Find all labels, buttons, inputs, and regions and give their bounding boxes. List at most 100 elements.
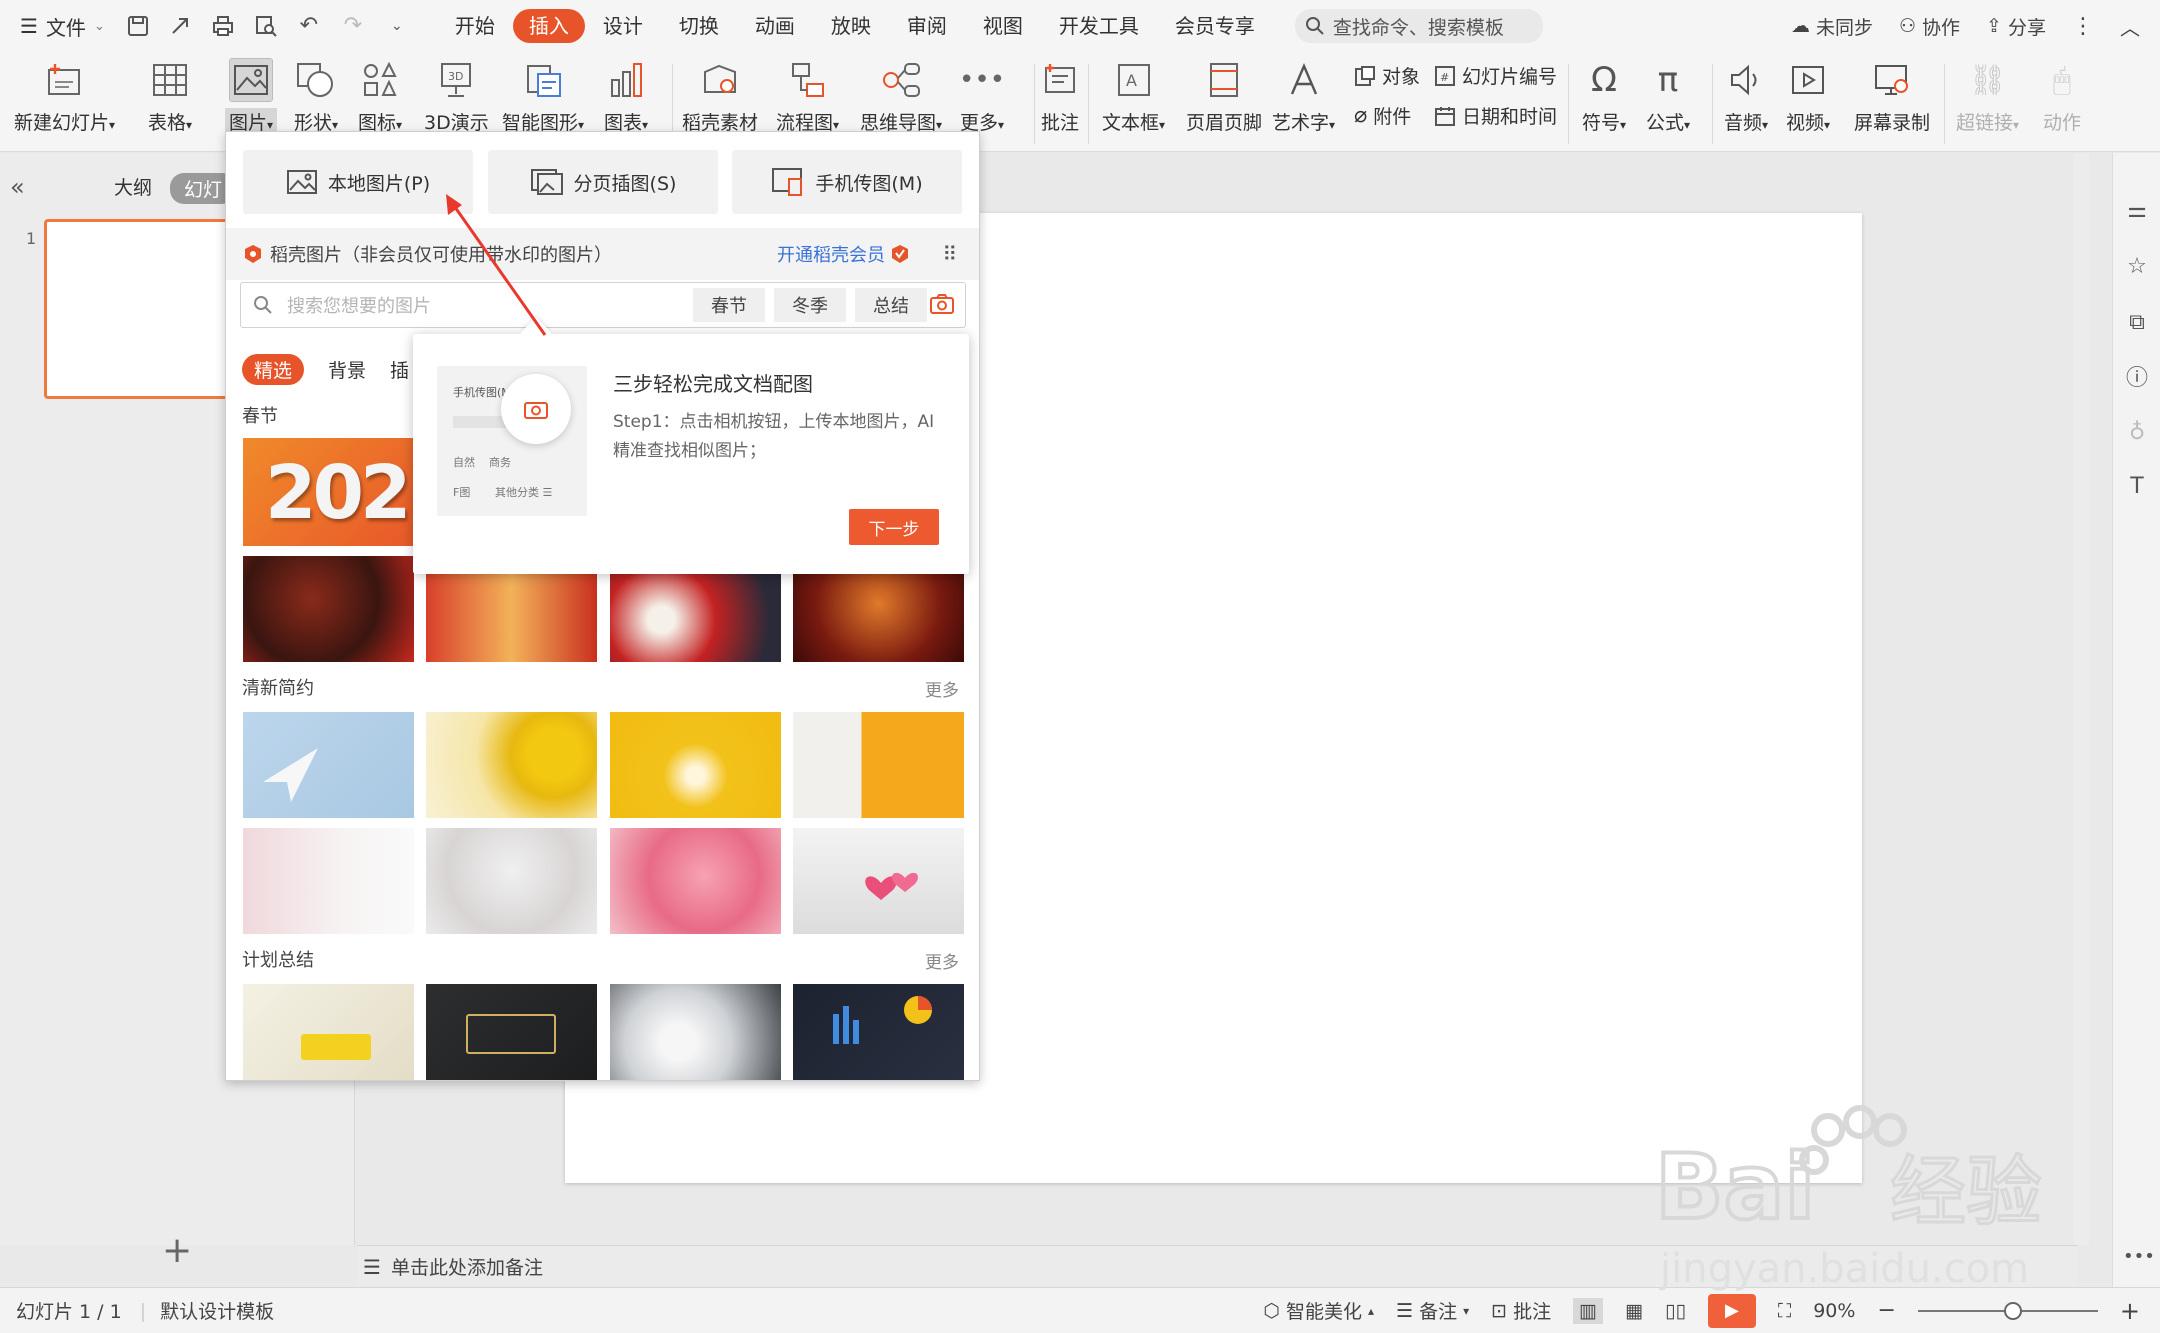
export-icon[interactable] [169, 15, 191, 37]
new-slide-button[interactable]: 新建幻灯片▾ [14, 58, 115, 135]
sliders-icon[interactable]: ⚌ [2123, 197, 2151, 225]
symbol-button[interactable]: Ω 符号▾ [1582, 58, 1626, 135]
hyperlink-button[interactable]: ⛓ 超链接▾ [1956, 58, 2019, 135]
help-icon[interactable]: ⓘ [2123, 365, 2151, 393]
phone-transfer-button[interactable]: 手机传图(M) [732, 150, 962, 214]
chip-spring-festival[interactable]: 春节 [693, 288, 765, 322]
tab-design[interactable]: 设计 [585, 9, 661, 43]
audio-button[interactable]: 音频▾ [1724, 58, 1768, 135]
comment-button[interactable]: 批注 [1038, 58, 1082, 135]
chip-summary[interactable]: 总结 [855, 288, 927, 322]
screen-record-button[interactable]: 屏幕录制 [1854, 58, 1930, 135]
table-button[interactable]: 表格▾ [148, 58, 192, 135]
smartart-button[interactable]: 智能图形▾ [502, 58, 584, 135]
picture-thumbnail[interactable] [243, 556, 414, 662]
category-featured[interactable]: 精选 [242, 354, 305, 385]
file-menu[interactable]: ☰ 文件 ⌄ [20, 12, 105, 41]
tab-slideshow[interactable]: 放映 [813, 9, 889, 43]
attachment-button[interactable]: ⌀ 附件 [1354, 102, 1411, 129]
picture-thumbnail[interactable] [793, 984, 964, 1080]
picture-thumbnail[interactable] [793, 712, 964, 818]
icon-button[interactable]: 图标▾ [358, 58, 402, 135]
local-picture-button[interactable]: 本地图片(P) [243, 150, 473, 214]
more-button[interactable]: ••• 更多▾ [959, 58, 1005, 135]
tab-member[interactable]: 会员专享 [1157, 9, 1273, 43]
sync-status[interactable]: ☁ 未同步 [1791, 13, 1873, 40]
more-vertical-icon[interactable]: ⋮ [2072, 14, 2094, 39]
customize-icon[interactable]: ⌄ [385, 14, 409, 38]
star-icon[interactable]: ☆ [2123, 253, 2151, 281]
chip-winter[interactable]: 冬季 [774, 288, 846, 322]
datetime-button[interactable]: 日期和时间 [1434, 102, 1557, 129]
vertical-scrollbar[interactable] [2073, 153, 2089, 1245]
beautify-button[interactable]: ⬡ 智能美化 ▴ [1263, 1297, 1374, 1324]
more-link[interactable]: 更多 [925, 676, 959, 701]
add-slide-button[interactable]: + [162, 1233, 192, 1269]
notes-toggle[interactable]: ☰ 备注 ▾ [1396, 1297, 1469, 1324]
more-horizontal-icon[interactable]: ••• [2123, 1243, 2155, 1271]
fit-window-icon[interactable]: ⛶ [1778, 1300, 1791, 1322]
picture-thumbnail[interactable] [793, 828, 964, 934]
zoom-slider[interactable] [1917, 1301, 2098, 1320]
picture-thumbnail[interactable] [610, 984, 781, 1080]
normal-view-icon[interactable]: ▥ [1573, 1297, 1604, 1324]
3d-button[interactable]: 3D 3D演示 [424, 58, 489, 135]
print-icon[interactable] [211, 15, 235, 37]
camera-icon[interactable] [929, 293, 955, 315]
switch-slide-icon[interactable]: ⧉ [2123, 309, 2151, 337]
share-button[interactable]: ⇪ 分享 [1986, 13, 2046, 40]
collapse-ribbon-icon[interactable]: ︿ [2120, 12, 2140, 41]
tab-animation[interactable]: 动画 [737, 9, 813, 43]
reading-view-icon[interactable]: ▯▯ [1665, 1300, 1686, 1322]
text-icon[interactable]: T [2123, 473, 2151, 501]
zoom-in-icon[interactable]: + [2120, 1297, 2140, 1325]
chart-button[interactable]: 图表▾ [604, 58, 648, 135]
docer-button[interactable]: 稻壳素材 [682, 58, 758, 135]
category-background[interactable]: 背景 [328, 356, 366, 383]
double-chevron-left-icon[interactable]: « [10, 173, 25, 201]
picture-search-input[interactable]: 搜索您想要的图片 春节 冬季 总结 [240, 282, 966, 328]
undo-icon[interactable]: ↶ [297, 14, 321, 38]
tab-outline[interactable]: 大纲 [114, 173, 152, 200]
picture-thumbnail[interactable] [610, 828, 781, 934]
category-illustration[interactable]: 插 [390, 356, 409, 383]
print-preview-icon[interactable] [255, 15, 277, 37]
tab-home[interactable]: 开始 [437, 9, 513, 43]
picture-thumbnail-2021[interactable]: 2021 [243, 438, 414, 546]
shape-button[interactable]: 形状▾ [294, 58, 338, 135]
picture-button[interactable]: 图片▾ [225, 58, 278, 135]
slide-number-button[interactable]: # 幻灯片编号 [1434, 62, 1557, 89]
zoom-knob[interactable] [2003, 1301, 2022, 1320]
video-button[interactable]: 视频▾ [1786, 58, 1830, 135]
picture-thumbnail[interactable] [426, 984, 597, 1080]
tab-transition[interactable]: 切换 [661, 9, 737, 43]
action-button[interactable]: 🖱 动作 [2040, 58, 2084, 135]
wordart-button[interactable]: 艺术字▾ [1272, 58, 1335, 135]
tab-insert[interactable]: 插入 [512, 9, 585, 43]
picture-thumbnail[interactable] [426, 828, 597, 934]
header-footer-button[interactable]: 页眉页脚 [1186, 58, 1262, 135]
tab-review[interactable]: 审阅 [889, 9, 965, 43]
save-icon[interactable] [127, 15, 149, 37]
picture-thumbnail[interactable] [243, 712, 414, 818]
picture-thumbnail[interactable] [426, 712, 597, 818]
paged-insert-button[interactable]: 分页插图(S) [488, 150, 718, 214]
command-search[interactable]: 查找命令、搜索模板 [1294, 9, 1543, 43]
zoom-level[interactable]: 90% [1813, 1300, 1855, 1322]
picture-thumbnail[interactable] [243, 984, 414, 1080]
slide-sorter-icon[interactable]: ▦ [1625, 1300, 1643, 1322]
comments-toggle[interactable]: ⊡ 批注 [1491, 1297, 1551, 1324]
picture-thumbnail[interactable] [243, 828, 414, 934]
tab-developer[interactable]: 开发工具 [1041, 9, 1157, 43]
textbox-button[interactable]: A 文本框▾ [1102, 58, 1165, 135]
vip-link[interactable]: 开通稻壳会员 [777, 241, 909, 267]
tab-view[interactable]: 视图 [965, 9, 1041, 43]
collab-button[interactable]: ⚇ 协作 [1899, 13, 1960, 40]
redo-icon[interactable]: ↷ [341, 14, 365, 38]
template-name[interactable]: 默认设计模板 [160, 1297, 292, 1324]
picture-thumbnail[interactable] [610, 712, 781, 818]
grid-apps-icon[interactable]: ⠿ [942, 242, 957, 266]
zoom-out-icon[interactable]: − [1877, 1298, 1895, 1323]
more-link[interactable]: 更多 [925, 948, 959, 973]
object-button[interactable]: 对象 [1354, 62, 1420, 89]
